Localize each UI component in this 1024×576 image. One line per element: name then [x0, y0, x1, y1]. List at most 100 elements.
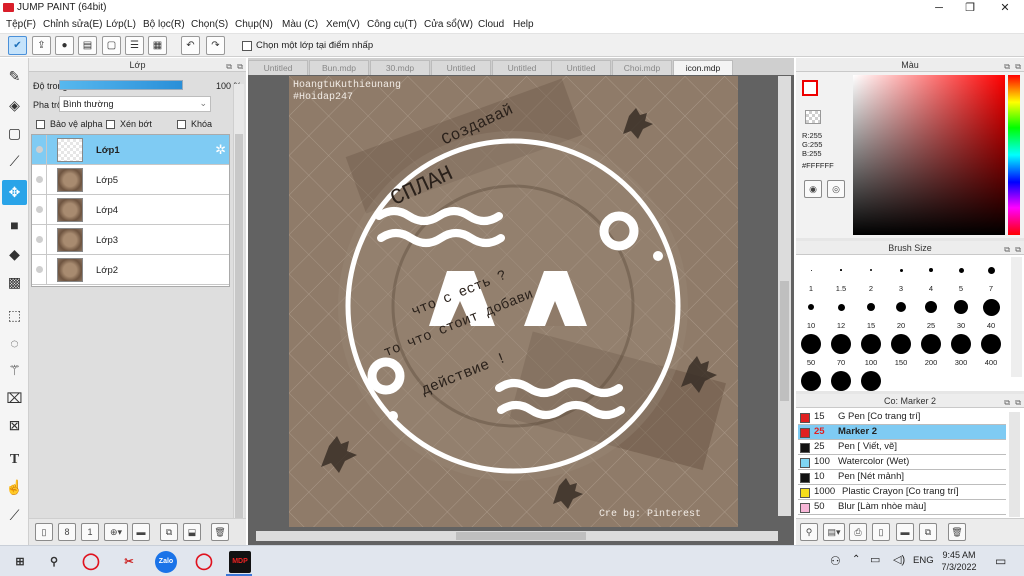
brush-size-dot[interactable] [925, 301, 937, 313]
brush-size-dot[interactable] [861, 334, 881, 354]
visibility-icon[interactable] [36, 266, 43, 273]
panel-close-icon[interactable]: ⧉ [237, 60, 243, 74]
tab-document-active[interactable]: icon.mdp [673, 60, 733, 75]
foreground-color-swatch[interactable] [802, 80, 818, 96]
menu-select[interactable]: Chọn(S) [191, 19, 228, 30]
panel-close-icon[interactable]: ⧉ [1015, 243, 1021, 257]
eyedropper-tool-icon[interactable]: ⟋ [2, 503, 27, 528]
brush-size-dot[interactable] [958, 267, 964, 273]
brush-size-dot[interactable] [891, 334, 911, 354]
eraser-tool-icon[interactable]: ◈ [2, 93, 27, 118]
saturation-value-picker[interactable] [853, 75, 1005, 235]
brush-size-dot[interactable] [987, 266, 995, 274]
language-indicator[interactable]: ENG [913, 555, 934, 566]
float-icon[interactable]: ⧉ [1004, 60, 1010, 74]
snipping-icon[interactable]: ✂ [118, 551, 140, 573]
layer-row[interactable]: Lớp1 ✲ [32, 135, 229, 165]
opera-gx-icon[interactable]: ◯ [193, 551, 215, 573]
people-icon[interactable]: ⚇ [830, 554, 841, 568]
brush-size-dot[interactable] [921, 334, 941, 354]
magic-wand-tool-icon[interactable]: ⚚ [2, 358, 27, 383]
brush-add-icon[interactable]: ⚲ [800, 523, 818, 541]
merge-layer-icon[interactable]: ⬓ [183, 523, 201, 541]
select-eraser-tool-icon[interactable]: ⊠ [2, 413, 27, 438]
bucket-tool-icon[interactable]: ◆ [2, 242, 27, 267]
check-icon[interactable]: ✔ [8, 36, 27, 55]
menu-snap[interactable]: Chụp(N) [235, 19, 273, 30]
lock-checkbox[interactable] [177, 120, 186, 129]
windows-start-icon[interactable]: ⊞ [9, 551, 31, 573]
palette-icon[interactable]: ◉ [804, 180, 822, 198]
duplicate-layer-icon[interactable]: ⧉ [160, 523, 178, 541]
palette-settings-icon[interactable]: ◎ [827, 180, 845, 198]
lasso-tool-icon[interactable]: ◌ [2, 331, 27, 356]
grid-check-icon[interactable]: ▦ [148, 36, 167, 55]
new-8bit-layer-icon[interactable]: 8 [58, 523, 76, 541]
add-layer-dropdown-icon[interactable]: ⊕▾ [104, 523, 128, 541]
new-layer-icon[interactable]: ▯ [35, 523, 53, 541]
brush-size-dot[interactable] [929, 268, 933, 272]
close-button[interactable]: ✕ [990, 0, 1020, 16]
layer-row[interactable]: Lớp5 [32, 165, 229, 195]
brush-edit-icon[interactable]: ⎙ [849, 523, 867, 541]
jump-paint-icon[interactable]: MDP [229, 551, 251, 573]
notification-icon[interactable]: ▭ [995, 554, 1006, 568]
brush-dropdown-icon[interactable]: ▤▾ [823, 523, 845, 541]
brush-list-item[interactable]: 25 Pen [ Viết, vẽ] [798, 440, 1006, 455]
brush-trash-icon[interactable]: 🗑 [948, 523, 966, 541]
brush-list-scrollbar[interactable] [1009, 412, 1020, 517]
layer-row[interactable]: Lớp4 [32, 195, 229, 225]
document-icon[interactable]: ▢ [102, 36, 121, 55]
search-icon[interactable]: ⚲ [43, 551, 65, 573]
clock[interactable]: 9:45 AM 7/3/2022 [940, 549, 978, 573]
menu-help[interactable]: Help [513, 19, 534, 30]
transparent-swatch[interactable] [805, 110, 821, 124]
select-layer-checkbox[interactable] [242, 41, 252, 51]
brush-list-item[interactable]: 10 Pen [Nét mảnh] [798, 470, 1006, 485]
brush-folder-icon[interactable]: ▬ [896, 523, 914, 541]
tray-chevron-icon[interactable]: ⌃ [852, 554, 860, 565]
brush-size-dot[interactable] [870, 269, 872, 271]
visibility-icon[interactable] [36, 146, 43, 153]
comment-icon[interactable]: ● [55, 36, 74, 55]
canvas-artwork[interactable]: HoangtuKuthieunang #Hoidap247 Cre bg: Pi… [289, 76, 738, 527]
layer-row[interactable]: Lớp3 [32, 225, 229, 255]
visibility-icon[interactable] [36, 206, 43, 213]
menu-view[interactable]: Xem(V) [326, 19, 360, 30]
canvas-horizontal-scrollbar[interactable] [256, 531, 778, 541]
line-tool-icon[interactable]: ⟋ [2, 149, 27, 174]
menu-file[interactable]: Tệp(F) [6, 19, 36, 30]
brush-size-dot[interactable] [831, 371, 851, 391]
brush-size-dot[interactable] [837, 303, 845, 311]
undo-icon[interactable]: ↶ [181, 36, 200, 55]
opera-icon[interactable]: ◯ [80, 551, 102, 573]
brush-size-dot[interactable] [896, 302, 906, 312]
layer-scrollbar[interactable] [233, 84, 244, 536]
redo-icon[interactable]: ↷ [206, 36, 225, 55]
menu-edit[interactable]: Chỉnh sửa(E) [43, 19, 103, 30]
brush-list-item[interactable]: 100 Watercolor (Wet) [798, 455, 1006, 470]
pen-tool-icon[interactable]: ✎ [2, 64, 27, 89]
tab-document[interactable]: Untitled [248, 60, 308, 75]
tab-document[interactable]: Untitled [492, 60, 552, 75]
gear-icon[interactable]: ✲ [215, 142, 226, 158]
brush-size-dot[interactable] [808, 304, 814, 310]
menu-color[interactable]: Màu (C) [282, 19, 318, 30]
fill-rect-tool-icon[interactable]: ■ [2, 213, 27, 238]
brush-duplicate-icon[interactable]: ⧉ [919, 523, 937, 541]
brush-list-item[interactable]: 50 Blur [Làm nhòe màu] [798, 500, 1006, 515]
menu-filter[interactable]: Bộ lọc(R) [143, 19, 185, 30]
tab-document[interactable]: Untitled [431, 60, 491, 75]
blend-mode-select[interactable]: Bình thường ⌄ [59, 96, 211, 112]
brush-size-dot[interactable] [982, 298, 1000, 316]
menu-window[interactable]: Cửa sổ(W) [424, 19, 473, 30]
float-icon[interactable]: ⧉ [226, 60, 232, 74]
clipping-checkbox[interactable] [106, 120, 115, 129]
brush-size-dot[interactable] [951, 334, 971, 354]
rectangle-tool-icon[interactable]: ▢ [2, 121, 27, 146]
text-tool-icon[interactable]: T [2, 447, 27, 472]
brush-size-dot[interactable] [954, 300, 968, 314]
brush-size-dot[interactable] [867, 303, 875, 311]
new-1bit-layer-icon[interactable]: 1 [81, 523, 99, 541]
brush-size-dot[interactable] [801, 334, 821, 354]
